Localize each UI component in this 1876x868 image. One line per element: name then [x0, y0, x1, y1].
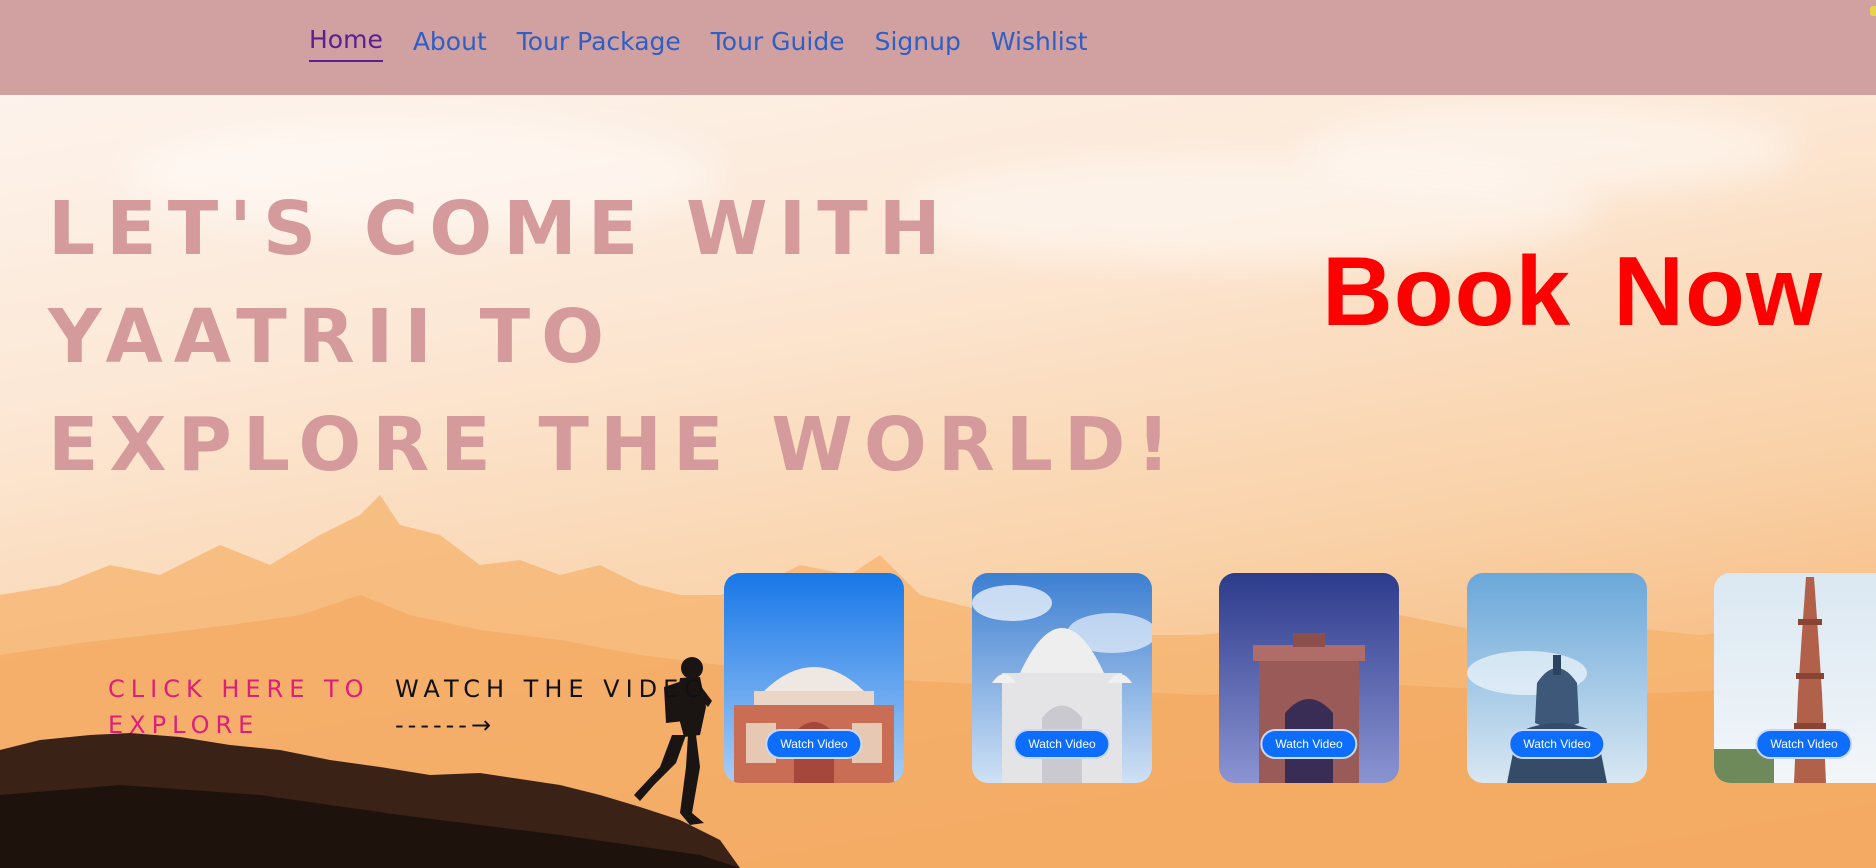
book-now-button[interactable]: Book Now — [1322, 235, 1823, 348]
watch-video-button[interactable]: Watch Video — [765, 729, 863, 759]
explore-line: EXPLORE — [108, 711, 260, 739]
nav-signup[interactable]: Signup — [875, 22, 961, 62]
nav-wishlist[interactable]: Wishlist — [991, 22, 1088, 62]
video-card-taj-mahal[interactable]: Watch Video — [972, 573, 1152, 783]
nav-tour-package[interactable]: Tour Package — [517, 22, 681, 62]
headline-line: YAATRII TO — [48, 294, 615, 380]
nav-tour-guide[interactable]: Tour Guide — [711, 22, 845, 62]
hero-headline: LET'S COME WITH YAATRII TO EXPLORE THE W… — [48, 175, 1181, 499]
watch-video-button[interactable]: Watch Video — [1260, 729, 1358, 759]
watch-video-button[interactable]: Watch Video — [1755, 729, 1853, 759]
watch-video-button[interactable]: Watch Video — [1508, 729, 1606, 759]
nav-about[interactable]: About — [413, 22, 487, 62]
arrow-right-icon: ------→ — [395, 711, 496, 739]
explore-line: CLICK HERE TO — [108, 675, 370, 703]
explore-link[interactable]: CLICK HERE TO EXPLORE — [108, 671, 378, 743]
watch-video-button[interactable]: Watch Video — [1013, 729, 1111, 759]
video-card-india-gate[interactable]: Watch Video — [1219, 573, 1399, 783]
video-card-shiva-statue[interactable]: Watch Video — [1467, 573, 1647, 783]
nav-home[interactable]: Home — [309, 22, 383, 62]
top-navbar: Home About Tour Package Tour Guide Signu… — [0, 0, 1876, 95]
watch-video-label: WATCH THE VIDEO — [395, 675, 710, 703]
video-card-humayun-tomb[interactable]: Watch Video — [724, 573, 904, 783]
headline-line: LET'S COME WITH — [48, 186, 952, 272]
edge-marker — [1870, 6, 1876, 16]
nav-links: Home About Tour Package Tour Guide Signu… — [309, 22, 1118, 62]
video-card-qutub-minar[interactable]: Watch Video — [1714, 573, 1876, 783]
watch-video-link[interactable]: WATCH THE VIDEO ------→ — [395, 671, 709, 743]
headline-line: EXPLORE THE WORLD! — [48, 402, 1182, 488]
